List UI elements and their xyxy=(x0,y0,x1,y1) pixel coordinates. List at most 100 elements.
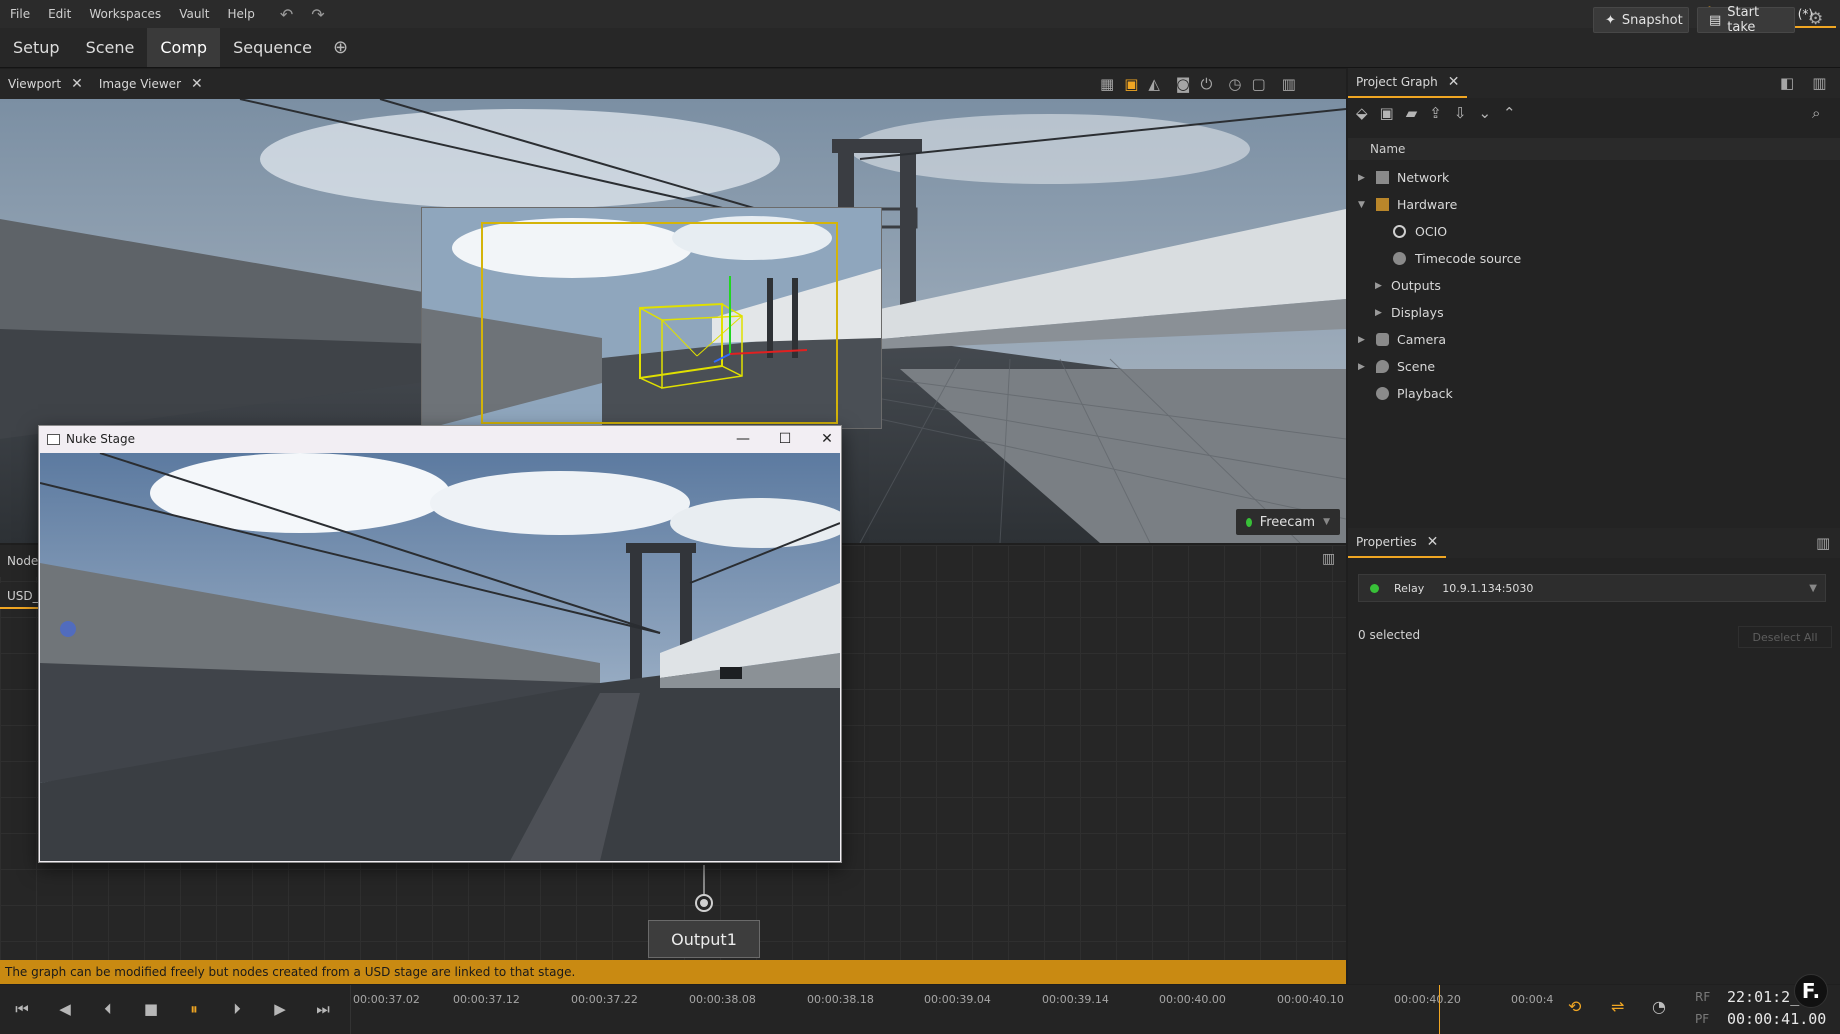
next-frame-icon[interactable]: ⏵ xyxy=(225,997,249,1021)
import-icon[interactable]: ⇩ xyxy=(1454,104,1467,122)
tree-item-label: Displays xyxy=(1391,305,1444,320)
tree-item-timecode-source[interactable]: Timecode source xyxy=(1348,245,1840,272)
menu-vault[interactable]: Vault xyxy=(170,0,218,28)
close-icon[interactable]: ✕ xyxy=(1427,534,1439,550)
go-to-start-icon[interactable]: ⏮ xyxy=(10,997,34,1021)
camera-icon[interactable]: ◙ xyxy=(1176,75,1191,93)
stop-icon[interactable]: ■ xyxy=(139,997,163,1021)
frame-icon[interactable]: ▢ xyxy=(1251,75,1265,93)
node-graph-title: Node xyxy=(0,545,40,577)
close-icon[interactable]: ✕ xyxy=(1448,74,1460,90)
playhead[interactable] xyxy=(1439,985,1440,1034)
layout-icon[interactable]: ▥ xyxy=(1282,75,1296,93)
tree-item-displays[interactable]: ▶ Displays xyxy=(1348,299,1840,326)
save-icon[interactable]: ▣ xyxy=(1380,104,1394,122)
node-input-port[interactable] xyxy=(695,894,713,912)
open-folder-icon[interactable]: ▰ xyxy=(1406,104,1418,122)
workspace-tab-comp[interactable]: Comp xyxy=(147,28,221,67)
step-back-icon[interactable]: ◀ xyxy=(53,997,77,1021)
workspace-tab-setup[interactable]: Setup xyxy=(0,28,73,67)
live-indicator xyxy=(1246,517,1252,527)
deselect-all-button[interactable]: Deselect All xyxy=(1738,626,1832,648)
search-icon[interactable]: ⌕ xyxy=(1812,104,1820,122)
pf-label: PF xyxy=(1695,1012,1710,1026)
go-to-end-icon[interactable]: ⏭ xyxy=(311,997,335,1021)
terrain-icon[interactable]: ◭ xyxy=(1148,75,1160,93)
undo-icon[interactable]: ↶ xyxy=(280,5,293,24)
snapshot-button[interactable]: ✦ Snapshot xyxy=(1593,7,1689,33)
close-icon[interactable]: ✕ xyxy=(71,76,83,92)
play-forward-icon[interactable]: ▶ xyxy=(268,997,292,1021)
minimize-icon[interactable]: — xyxy=(728,428,758,450)
tab-usd-stage[interactable]: USD_ xyxy=(0,583,40,609)
clock-reset-icon[interactable]: ◷ xyxy=(1228,75,1241,93)
close-icon[interactable]: ✕ xyxy=(191,76,203,92)
tree-item-camera[interactable]: ▶ Camera xyxy=(1348,326,1840,353)
chevron-down-icon[interactable]: ▼ xyxy=(1358,200,1365,210)
sync-icon[interactable]: ⇌ xyxy=(1611,997,1624,1016)
tree-item-scene[interactable]: ▶ Scene xyxy=(1348,353,1840,380)
pause-icon[interactable]: ⏸ xyxy=(182,997,206,1021)
panel-layout-icon[interactable]: ◧ xyxy=(1780,74,1794,92)
ocio-icon xyxy=(1393,225,1406,238)
camera-dropdown[interactable]: Freecam ▼ xyxy=(1236,509,1340,535)
timeline-scrubber[interactable]: 00:00:37.02 00:00:37.12 00:00:37.22 00:0… xyxy=(350,985,1553,1034)
menu-file[interactable]: File xyxy=(0,0,39,28)
timeline-tick-label: 00:00:37.22 xyxy=(571,993,638,1006)
relay-selector[interactable]: Relay 10.9.1.134:5030 ▼ xyxy=(1358,574,1826,602)
tab-viewport[interactable]: Viewport ✕ xyxy=(0,69,91,99)
expand-all-icon[interactable]: ⌄ xyxy=(1478,104,1491,122)
relay-address: 10.9.1.134:5030 xyxy=(1442,581,1534,595)
output-node[interactable]: Output1 xyxy=(648,920,760,958)
redo-icon[interactable]: ↷ xyxy=(311,5,324,24)
image-overlay-icon[interactable]: ▣ xyxy=(1124,75,1138,93)
loop-icon[interactable]: ⟲ xyxy=(1568,997,1581,1016)
tab-project-graph-label: Project Graph xyxy=(1356,75,1438,89)
window-title-bar[interactable]: Nuke Stage xyxy=(39,426,841,452)
tree-item-hardware[interactable]: ▼ Hardware xyxy=(1348,191,1840,218)
workspace-tab-sequence[interactable]: Sequence xyxy=(220,28,325,67)
chevron-right-icon[interactable]: ▶ xyxy=(1375,308,1382,318)
layout-icon[interactable]: ▥ xyxy=(1812,74,1826,92)
chevron-right-icon[interactable]: ▶ xyxy=(1375,281,1382,291)
add-workspace-icon[interactable]: ⊕ xyxy=(333,28,348,67)
menu-workspaces[interactable]: Workspaces xyxy=(80,0,170,28)
chevron-right-icon[interactable]: ▶ xyxy=(1358,362,1365,372)
collapse-all-icon[interactable]: ⌃ xyxy=(1503,104,1516,122)
layout-icon[interactable]: ▥ xyxy=(1322,551,1335,567)
camera-inset-view[interactable] xyxy=(421,207,882,429)
speedometer-icon[interactable]: ◔ xyxy=(1652,997,1666,1016)
tab-image-viewer[interactable]: Image Viewer ✕ xyxy=(91,69,211,99)
sparkle-icon: ✦ xyxy=(1605,12,1616,28)
tree-item-network[interactable]: ▶ Network xyxy=(1348,164,1840,191)
menu-edit[interactable]: Edit xyxy=(39,0,80,28)
chevron-right-icon[interactable]: ▶ xyxy=(1358,335,1365,345)
layout-icon[interactable]: ▥ xyxy=(1816,534,1830,552)
scene-pin-icon xyxy=(1376,360,1389,373)
properties-toolbar: ▥ xyxy=(1816,528,1830,558)
workspace-tab-scene[interactable]: Scene xyxy=(73,28,148,67)
clapperboard-icon: ▤ xyxy=(1709,12,1722,28)
tab-project-graph[interactable]: Project Graph ✕ xyxy=(1348,68,1468,98)
export-icon[interactable]: ⇪ xyxy=(1429,104,1442,122)
close-window-icon[interactable]: ✕ xyxy=(812,428,842,450)
timeline-tick-label: 00:00:37.12 xyxy=(453,993,520,1006)
properties-tab-bar: Properties ✕ ▥ xyxy=(1348,528,1840,558)
tab-properties[interactable]: Properties ✕ xyxy=(1348,528,1447,558)
tree-item-playback[interactable]: Playback xyxy=(1348,380,1840,407)
start-take-button[interactable]: ▤ Start take xyxy=(1697,5,1795,35)
menu-help[interactable]: Help xyxy=(218,0,263,28)
settings-gear-icon[interactable]: ⚙ xyxy=(1808,9,1823,29)
grid-icon[interactable]: ▦ xyxy=(1100,75,1114,93)
maximize-icon[interactable]: ☐ xyxy=(770,428,800,450)
pf-timecode: 00:00:41.00 xyxy=(1727,1010,1827,1028)
chevron-right-icon[interactable]: ▶ xyxy=(1358,173,1365,183)
tree-item-ocio[interactable]: OCIO xyxy=(1348,218,1840,245)
power-icon[interactable]: ⏻ xyxy=(1200,75,1212,93)
selection-count: 0 selected xyxy=(1358,628,1421,642)
previous-frame-icon[interactable]: ⏴ xyxy=(96,997,120,1021)
tree-item-outputs[interactable]: ▶ Outputs xyxy=(1348,272,1840,299)
menu-bar: File Edit Workspaces Vault Help ↶ ↷ xyxy=(0,0,1840,28)
nuke-stage-window[interactable]: Nuke Stage — ☐ ✕ xyxy=(38,425,842,863)
add-node-icon[interactable]: ⬙ xyxy=(1356,104,1368,122)
